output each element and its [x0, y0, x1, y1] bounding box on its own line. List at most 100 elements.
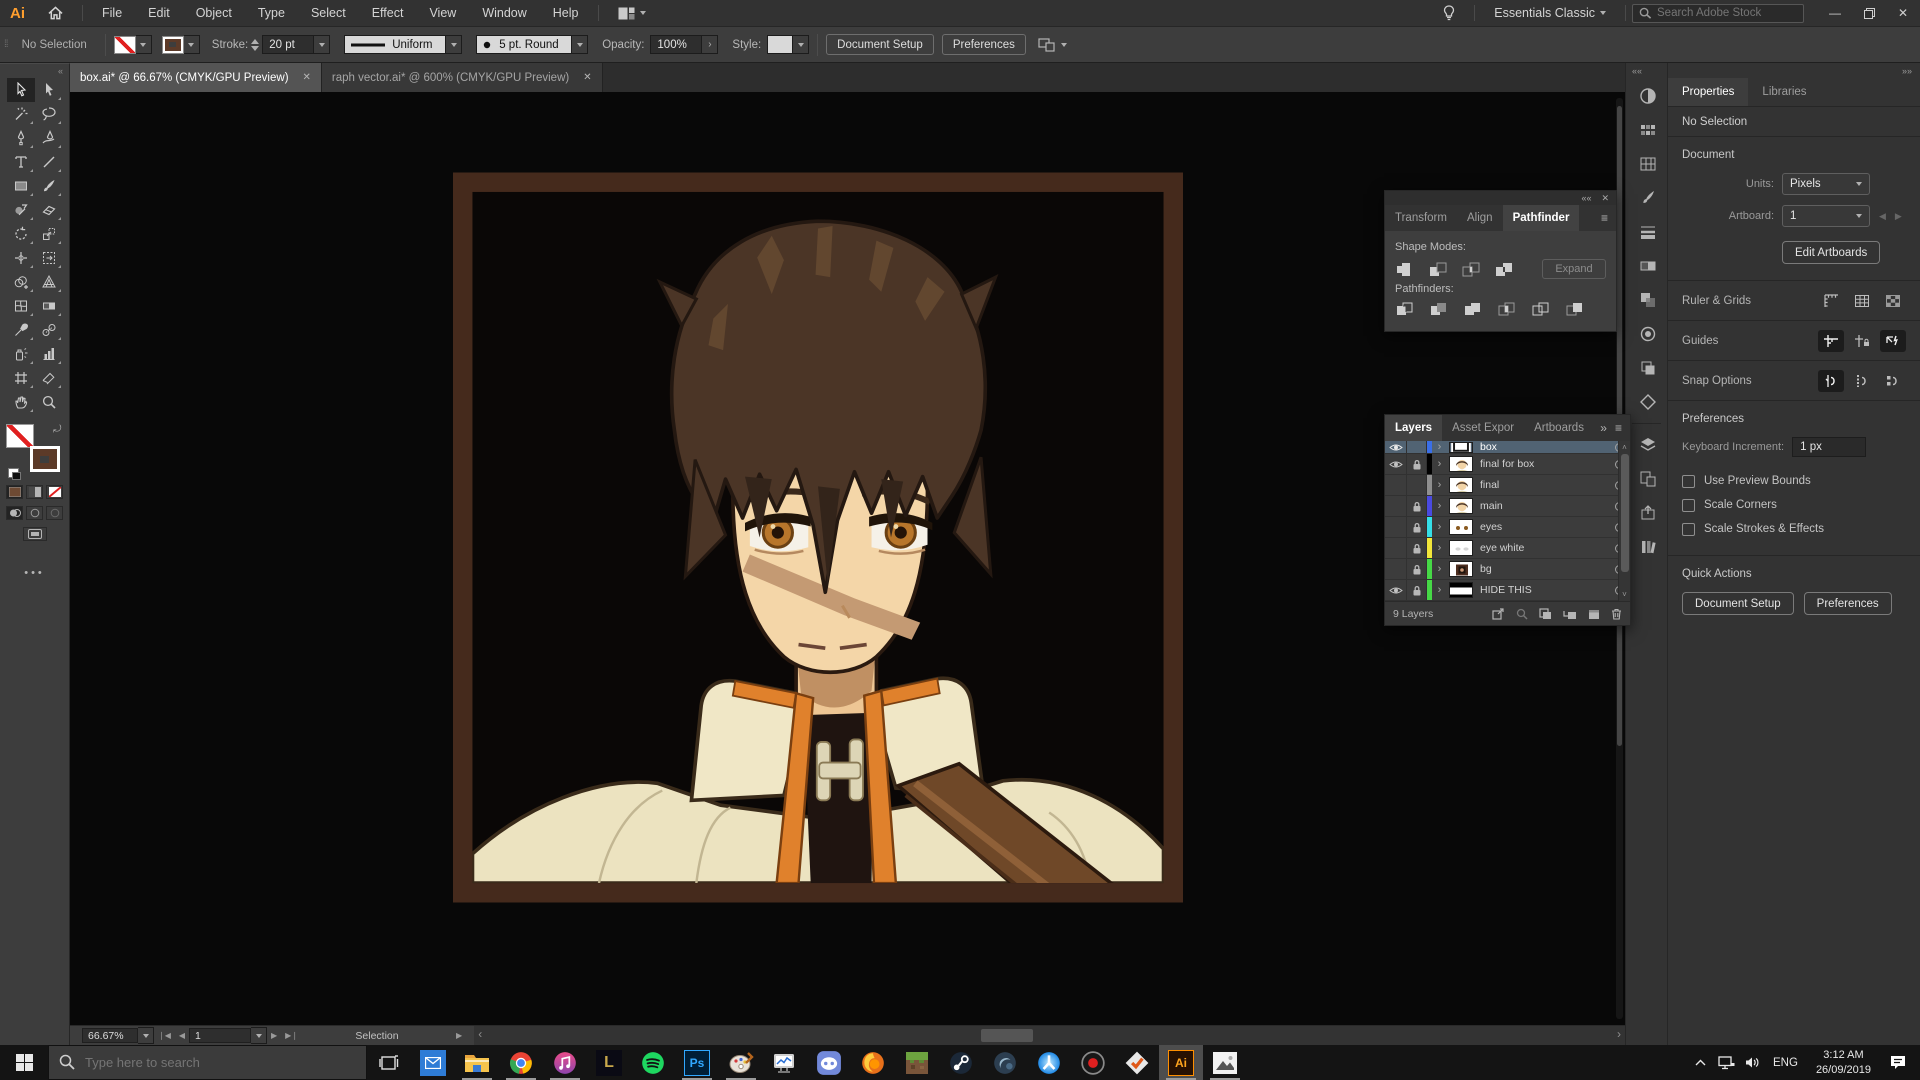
network-icon[interactable]: [1713, 1056, 1739, 1070]
taskbar-app-spotify[interactable]: [631, 1045, 675, 1080]
layer-name[interactable]: HIDE THIS: [1475, 584, 1608, 596]
expand-layer-icon[interactable]: ›: [1432, 542, 1447, 554]
tool-zoom[interactable]: [35, 390, 63, 414]
toolbar-fill-swatch[interactable]: [6, 424, 34, 448]
align-options-icon[interactable]: [1038, 38, 1056, 52]
tool-rectangle[interactable]: [7, 174, 35, 198]
new-layer-icon[interactable]: [1588, 608, 1600, 620]
tool-line-segment[interactable]: [35, 150, 63, 174]
tool-lasso[interactable]: [35, 102, 63, 126]
layer-thumbnail[interactable]: [1447, 477, 1475, 493]
collapse-properties-icon[interactable]: »»: [1902, 66, 1912, 76]
expand-layer-icon[interactable]: ›: [1432, 500, 1447, 512]
symbols-panel-icon[interactable]: [1626, 385, 1669, 419]
layer-row[interactable]: › HIDE THIS: [1385, 580, 1630, 601]
collapse-panel-icon[interactable]: ««: [1581, 193, 1591, 203]
tab-transform[interactable]: Transform: [1385, 205, 1457, 231]
graphic-styles-panel-icon[interactable]: [1626, 351, 1669, 385]
expand-layer-icon[interactable]: ›: [1432, 584, 1447, 596]
taskbar-app-minecraft[interactable]: [895, 1045, 939, 1080]
language-indicator[interactable]: ENG: [1773, 1057, 1798, 1069]
tool-gradient[interactable]: [35, 294, 63, 318]
tool-blend[interactable]: [35, 318, 63, 342]
scroll-left-icon[interactable]: ‹: [478, 1027, 482, 1041]
expand-layer-icon[interactable]: ›: [1432, 563, 1447, 575]
crop-button[interactable]: [1497, 301, 1517, 317]
lock-toggle[interactable]: [1407, 475, 1427, 495]
tool-slice[interactable]: [35, 366, 63, 390]
locate-object-icon[interactable]: [1516, 608, 1528, 620]
menu-view[interactable]: View: [416, 0, 469, 27]
close-button[interactable]: ✕: [1886, 0, 1920, 27]
tool-rotate[interactable]: [7, 222, 35, 246]
menu-type[interactable]: Type: [245, 0, 298, 27]
minus-front-button[interactable]: [1428, 261, 1450, 277]
exclude-button[interactable]: [1494, 261, 1516, 277]
expand-panels-icon[interactable]: ««: [1632, 66, 1642, 76]
color-panel-icon[interactable]: [1626, 79, 1669, 113]
tab-pathfinder[interactable]: Pathfinder: [1503, 205, 1580, 231]
minus-back-button[interactable]: [1565, 301, 1585, 317]
tool-eyedropper[interactable]: [7, 318, 35, 342]
visibility-eye-toggle[interactable]: [1385, 559, 1407, 579]
gradient-mode-button[interactable]: [26, 485, 43, 499]
color-mode-button[interactable]: [6, 485, 23, 499]
fill-swatch[interactable]: [114, 36, 136, 54]
tab-artboards[interactable]: Artboards: [1524, 415, 1594, 441]
menu-window[interactable]: Window: [469, 0, 539, 27]
stroke-color-dropdown[interactable]: [184, 35, 200, 54]
scale-corners-row[interactable]: Scale Corners: [1682, 493, 1906, 517]
tool-perspective-grid[interactable]: [35, 270, 63, 294]
status-flyout-icon[interactable]: ▶: [456, 1031, 462, 1040]
layer-row[interactable]: › final: [1385, 475, 1630, 496]
visibility-eye-toggle[interactable]: [1385, 538, 1407, 558]
taskbar-app-recorder[interactable]: [1071, 1045, 1115, 1080]
show-grid-button[interactable]: [1849, 290, 1875, 312]
layer-name[interactable]: eyes: [1475, 521, 1608, 533]
expand-layer-icon[interactable]: ›: [1432, 521, 1447, 533]
layer-row[interactable]: › final for box: [1385, 454, 1630, 475]
layer-row[interactable]: › box: [1385, 441, 1630, 454]
artboards-panel-icon[interactable]: [1626, 462, 1669, 496]
taskbar-search-input[interactable]: [48, 1045, 367, 1080]
close-panel-icon[interactable]: ✕: [1601, 193, 1609, 204]
next-artboard-icon[interactable]: ▶: [1895, 211, 1902, 222]
expand-layer-icon[interactable]: ›: [1432, 441, 1447, 453]
start-button[interactable]: [0, 1045, 48, 1080]
tool-type[interactable]: [7, 150, 35, 174]
layer-thumbnail[interactable]: [1447, 442, 1475, 453]
taskbar-app-league-of-legends[interactable]: L: [587, 1045, 631, 1080]
tool-symbol-sprayer[interactable]: [7, 342, 35, 366]
layer-name[interactable]: final: [1475, 479, 1608, 491]
show-guides-button[interactable]: [1818, 330, 1844, 352]
stroke-stepper[interactable]: [251, 39, 259, 51]
taskbar-app-paint[interactable]: [719, 1045, 763, 1080]
visibility-eye-toggle[interactable]: [1385, 517, 1407, 537]
panel-menu-icon[interactable]: ≡: [1601, 211, 1608, 225]
layer-name[interactable]: main: [1475, 500, 1608, 512]
use-preview-bounds-row[interactable]: Use Preview Bounds: [1682, 469, 1906, 493]
show-rulers-button[interactable]: [1818, 290, 1844, 312]
expand-layer-icon[interactable]: ›: [1432, 479, 1447, 491]
layer-row[interactable]: › bg: [1385, 559, 1630, 580]
visibility-eye-toggle[interactable]: [1385, 475, 1407, 495]
layer-thumbnail[interactable]: [1447, 540, 1475, 556]
new-sublayer-icon[interactable]: [1563, 608, 1577, 620]
tray-chevron-icon[interactable]: [1687, 1059, 1713, 1066]
draw-behind-button[interactable]: [26, 506, 43, 520]
expand-button[interactable]: Expand: [1542, 259, 1606, 279]
close-tab-icon[interactable]: ✕: [303, 72, 311, 83]
outline-button[interactable]: [1531, 301, 1551, 317]
layer-thumbnail[interactable]: [1447, 498, 1475, 514]
chevron-down-icon[interactable]: [1061, 43, 1067, 47]
taskbar-app-file-explorer[interactable]: [455, 1045, 499, 1080]
draw-inside-button[interactable]: [46, 506, 63, 520]
tool-pen[interactable]: [7, 126, 35, 150]
visibility-eye-icon[interactable]: [1385, 580, 1407, 600]
layers-panel-icon[interactable]: [1626, 428, 1669, 462]
preferences-button[interactable]: Preferences: [942, 34, 1026, 55]
menu-edit[interactable]: Edit: [135, 0, 183, 27]
workspace-switcher[interactable]: Essentials Classic: [1481, 0, 1619, 27]
tool-free-transform[interactable]: [35, 246, 63, 270]
asset-export-panel-icon[interactable]: [1626, 496, 1669, 530]
